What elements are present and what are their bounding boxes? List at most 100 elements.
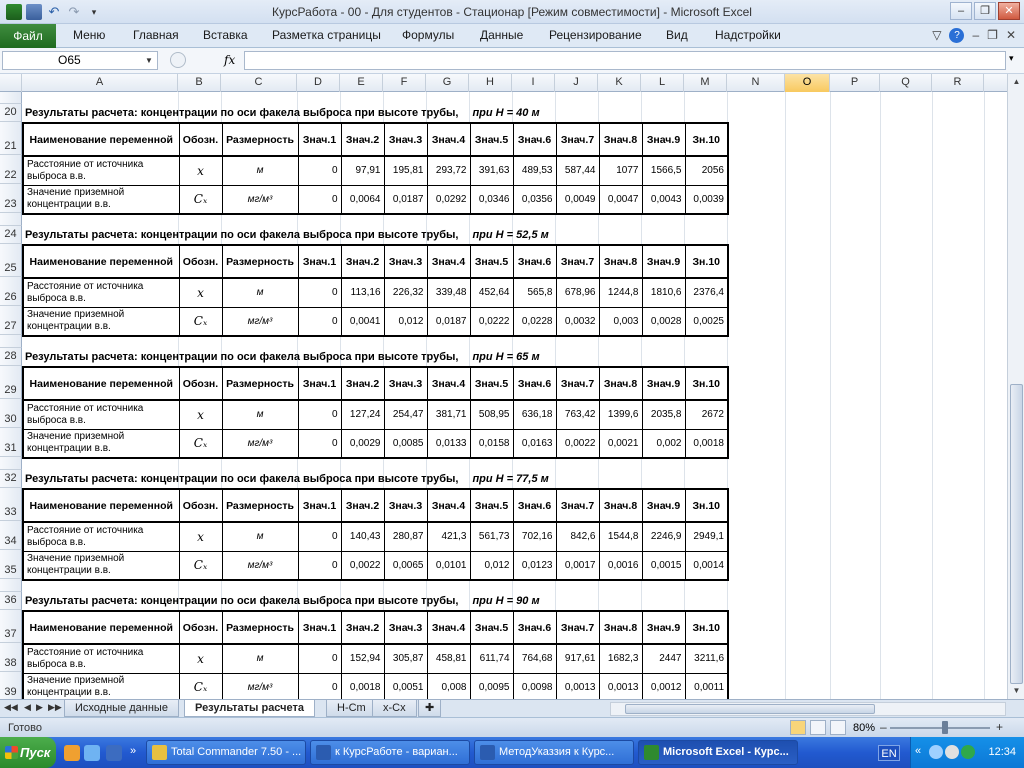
cell-value[interactable]: 0,008 <box>426 672 471 699</box>
cell-value[interactable]: 0,0163 <box>512 428 557 459</box>
row-label[interactable]: Значение приземной концентрации в.в. <box>22 306 180 337</box>
cell-value[interactable]: 0,0065 <box>383 550 428 581</box>
cell-value[interactable]: 3211,6 <box>684 643 729 674</box>
row-label[interactable]: Значение приземной концентрации в.в. <box>22 428 180 459</box>
header-value[interactable]: Знач.2 <box>340 610 385 645</box>
cell-value[interactable]: 508,95 <box>469 399 514 430</box>
symbol-cx[interactable]: Cₓ <box>178 428 223 459</box>
column-header[interactable]: I <box>512 74 555 92</box>
cell-value[interactable]: 381,71 <box>426 399 471 430</box>
vertical-scrollbar[interactable]: ▲ ▼ <box>1007 74 1024 699</box>
row-label[interactable]: Значение приземной концентрации в.в. <box>22 550 180 581</box>
header-name[interactable]: Наименование переменной <box>22 366 180 401</box>
unit-m[interactable]: м <box>221 155 299 186</box>
row-header[interactable]: 29 <box>0 366 22 399</box>
header-value[interactable]: Знач.4 <box>426 366 471 401</box>
row-header[interactable]: 38 <box>0 643 22 672</box>
cell-value[interactable]: 0,0018 <box>340 672 385 699</box>
cell-value[interactable]: 0,0222 <box>469 306 514 337</box>
header-value[interactable]: Зн.10 <box>684 610 729 645</box>
column-header[interactable]: P <box>830 74 880 92</box>
header-value[interactable]: Знач.1 <box>297 244 342 279</box>
symbol-cx[interactable]: Cₓ <box>178 550 223 581</box>
header-value[interactable]: Знач.8 <box>598 244 643 279</box>
volume-icon[interactable] <box>945 745 959 759</box>
cell-value[interactable]: 0,0356 <box>512 184 557 215</box>
cell-value[interactable]: 305,87 <box>383 643 428 674</box>
header-value[interactable]: Знач.7 <box>555 488 600 523</box>
tab-insert[interactable]: Вставка <box>203 28 248 42</box>
sheet-tab[interactable]: H-Cm <box>326 700 377 717</box>
row-header[interactable]: 34 <box>0 521 22 550</box>
save-disk-icon[interactable] <box>106 745 122 761</box>
taskbar-button[interactable]: к КурсРаботе - вариан... <box>310 740 470 765</box>
header-value[interactable]: Зн.10 <box>684 488 729 523</box>
worksheet-grid[interactable]: 20 21 22 23 Результаты расчета: концентр… <box>0 92 1007 699</box>
language-indicator[interactable]: EN <box>878 745 900 761</box>
unit-m[interactable]: м <box>221 277 299 308</box>
header-sym[interactable]: Обозн. <box>178 488 223 523</box>
header-value[interactable]: Знач.5 <box>469 610 514 645</box>
row-label[interactable]: Расстояние от источника выброса в.в. <box>22 643 180 674</box>
symbol-x[interactable]: x <box>178 155 223 186</box>
last-sheet-icon[interactable]: ▶▶ <box>48 702 62 713</box>
cell-value[interactable]: 0,0025 <box>684 306 729 337</box>
column-header[interactable]: A <box>22 74 178 92</box>
horizontal-scrollbar[interactable] <box>610 702 1006 716</box>
insert-sheet-icon[interactable]: ✚ <box>418 700 442 717</box>
header-value[interactable]: Знач.6 <box>512 244 557 279</box>
cell-value[interactable]: 391,63 <box>469 155 514 186</box>
cell-value[interactable]: 2376,4 <box>684 277 729 308</box>
cell-value[interactable]: 587,44 <box>555 155 600 186</box>
cell-value[interactable]: 0,0017 <box>555 550 600 581</box>
cell-value[interactable]: 0,0051 <box>383 672 428 699</box>
cell-value[interactable]: 2056 <box>684 155 729 186</box>
header-value[interactable]: Знач.7 <box>555 244 600 279</box>
cell-value[interactable]: 763,42 <box>555 399 600 430</box>
column-header[interactable]: C <box>221 74 297 92</box>
doc-minimize-icon[interactable]: – <box>972 28 979 43</box>
vertical-scroll-thumb[interactable] <box>1010 384 1023 684</box>
symbol-cx[interactable]: Cₓ <box>178 306 223 337</box>
header-value[interactable]: Знач.5 <box>469 366 514 401</box>
row-header[interactable]: 23 <box>0 184 22 213</box>
row-header[interactable]: 37 <box>0 610 22 643</box>
taskbar-button-active[interactable]: Microsoft Excel - Курс... <box>638 740 798 765</box>
cell-value[interactable]: 0,0095 <box>469 672 514 699</box>
cell-value[interactable]: 2672 <box>684 399 729 430</box>
cell-value[interactable]: 0,0018 <box>684 428 729 459</box>
cell-value[interactable]: 0,0098 <box>512 672 557 699</box>
column-header[interactable]: L <box>641 74 684 92</box>
row-header[interactable]: 28 <box>0 348 22 366</box>
cell-value[interactable]: 561,73 <box>469 521 514 552</box>
tab-review[interactable]: Рецензирование <box>549 28 642 42</box>
column-header[interactable]: B <box>178 74 221 92</box>
page-layout-view-icon[interactable] <box>810 720 826 735</box>
header-value[interactable]: Знач.9 <box>641 244 686 279</box>
column-header[interactable]: G <box>426 74 469 92</box>
header-value[interactable]: Знач.9 <box>641 488 686 523</box>
cell-value[interactable]: 2447 <box>641 643 686 674</box>
cell-value[interactable]: 0,0029 <box>340 428 385 459</box>
next-sheet-icon[interactable]: ▶ <box>36 702 43 713</box>
header-name[interactable]: Наименование переменной <box>22 122 180 157</box>
cell-value[interactable]: 280,87 <box>383 521 428 552</box>
column-header-selected[interactable]: O <box>785 74 830 92</box>
header-unit[interactable]: Размерность <box>221 366 299 401</box>
header-value[interactable]: Знач.1 <box>297 122 342 157</box>
formula-input[interactable] <box>244 51 1006 70</box>
insert-function-icon[interactable]: fx <box>224 53 235 67</box>
header-value[interactable]: Знач.8 <box>598 488 643 523</box>
cell-value[interactable]: 0,0012 <box>641 672 686 699</box>
cell-value[interactable]: 0,0013 <box>598 672 643 699</box>
cell-value[interactable]: 293,72 <box>426 155 471 186</box>
taskbar-button[interactable]: Total Commander 7.50 - ... <box>146 740 306 765</box>
row-header[interactable]: 22 <box>0 155 22 184</box>
cell-value[interactable]: 565,8 <box>512 277 557 308</box>
cell-value[interactable]: 2949,1 <box>684 521 729 552</box>
symbol-x[interactable]: x <box>178 399 223 430</box>
tab-home[interactable]: Главная <box>133 28 179 42</box>
tab-menu[interactable]: Меню <box>73 28 105 42</box>
row-header[interactable] <box>0 213 22 226</box>
cell-value[interactable]: 0,0013 <box>555 672 600 699</box>
